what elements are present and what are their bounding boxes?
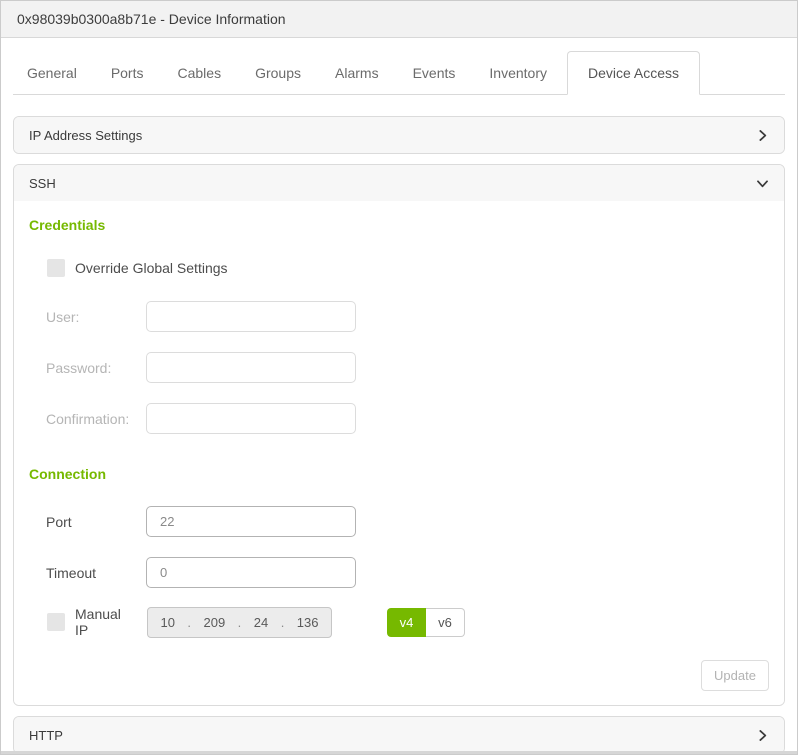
user-field-row: User:	[46, 301, 769, 332]
panel-ip-address-settings: IP Address Settings	[13, 116, 785, 154]
window-title: 0x98039b0300a8b71e - Device Information	[17, 11, 286, 27]
confirmation-input[interactable]	[146, 403, 356, 434]
manual-ip-row: Manual IP 10 . 209 . 24 . 136 v4 v6	[47, 606, 769, 638]
chevron-right-icon	[756, 729, 769, 742]
ip-separator: .	[281, 615, 285, 630]
port-field-row: Port	[46, 506, 769, 537]
ip-separator: .	[238, 615, 242, 630]
ip-address-settings-header[interactable]: IP Address Settings	[14, 117, 784, 153]
ip-version-v4-button[interactable]: v4	[387, 608, 426, 637]
port-input[interactable]	[146, 506, 356, 537]
tab-events[interactable]: Events	[399, 52, 470, 94]
timeout-label: Timeout	[46, 565, 146, 581]
panel-ssh: SSH Credentials Override Global Settings…	[13, 164, 785, 706]
ip-address-settings-title: IP Address Settings	[29, 128, 142, 143]
ssh-header[interactable]: SSH	[14, 165, 784, 201]
update-row: Update	[29, 660, 769, 691]
http-header[interactable]: HTTP	[14, 717, 784, 753]
tab-cables[interactable]: Cables	[164, 52, 236, 94]
ssh-title: SSH	[29, 176, 56, 191]
override-global-settings-label: Override Global Settings	[75, 260, 228, 276]
confirmation-field-row: Confirmation:	[46, 403, 769, 434]
http-title: HTTP	[29, 728, 63, 743]
ssh-body: Credentials Override Global Settings Use…	[14, 201, 784, 705]
ip-version-toggle: v4 v6	[387, 608, 465, 637]
window-titlebar: 0x98039b0300a8b71e - Device Information	[1, 1, 797, 38]
timeout-field-row: Timeout	[46, 557, 769, 588]
tab-alarms[interactable]: Alarms	[321, 52, 393, 94]
manual-ip-input[interactable]: 10 . 209 . 24 . 136	[147, 607, 332, 638]
device-information-window: 0x98039b0300a8b71e - Device Information …	[0, 0, 798, 755]
password-input[interactable]	[146, 352, 356, 383]
tab-device-access[interactable]: Device Access	[567, 51, 700, 95]
password-field-row: Password:	[46, 352, 769, 383]
tab-ports[interactable]: Ports	[97, 52, 158, 94]
tab-groups[interactable]: Groups	[241, 52, 315, 94]
chevron-down-icon	[756, 177, 769, 190]
tab-inventory[interactable]: Inventory	[475, 52, 561, 94]
ip-version-v6-button[interactable]: v6	[426, 608, 465, 637]
chevron-right-icon	[756, 129, 769, 142]
manual-ip-label: Manual IP	[75, 606, 137, 638]
ip-octet-1: 10	[160, 615, 174, 630]
tab-bar: General Ports Cables Groups Alarms Event…	[13, 38, 785, 95]
tab-general[interactable]: General	[13, 52, 91, 94]
ip-separator: .	[187, 615, 191, 630]
override-global-settings-row: Override Global Settings	[47, 259, 769, 277]
port-label: Port	[46, 514, 146, 530]
ip-octet-3: 24	[254, 615, 268, 630]
user-label: User:	[46, 309, 146, 325]
ip-octet-2: 209	[204, 615, 226, 630]
device-access-content: IP Address Settings SSH Credentials Over…	[1, 95, 797, 754]
override-global-settings-checkbox[interactable]	[47, 259, 65, 277]
connection-heading: Connection	[29, 466, 769, 482]
confirmation-label: Confirmation:	[46, 411, 146, 427]
timeout-input[interactable]	[146, 557, 356, 588]
update-button[interactable]: Update	[701, 660, 769, 691]
panel-http: HTTP	[13, 716, 785, 754]
manual-ip-checkbox[interactable]	[47, 613, 65, 631]
window-bottom-edge	[1, 751, 797, 754]
ip-octet-4: 136	[297, 615, 319, 630]
credentials-heading: Credentials	[29, 217, 769, 233]
user-input[interactable]	[146, 301, 356, 332]
password-label: Password:	[46, 360, 146, 376]
